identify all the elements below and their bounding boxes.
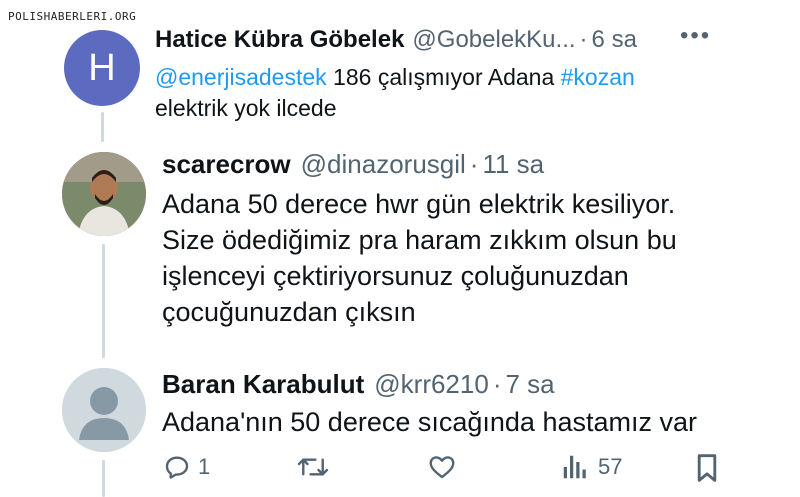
tweet-text: @enerjisadestek 186 çalışmıyor Adana #ko… [155,62,635,124]
views-button[interactable]: 57 [562,452,622,482]
bookmark-button[interactable] [694,452,720,484]
thread-line [102,460,105,497]
hashtag-link[interactable]: #kozan [561,64,635,90]
views-icon [563,455,586,479]
tweet-text-line: elektrik yok ilcede [155,95,337,121]
separator-dot: · [579,26,588,53]
timestamp[interactable]: 7 sa [506,369,555,400]
tweet-text: Adana 50 derece hwr gün elektrik kesiliy… [162,186,677,330]
tweet-text-line: çocuğunuzdan çıksın [162,297,416,327]
bookmark-icon [697,454,717,482]
timestamp[interactable]: 6 sa [592,26,637,54]
more-dots-icon[interactable]: ••• [680,22,711,50]
author-name[interactable]: Hatice Kübra Göbelek [155,26,404,54]
thread-line [101,112,104,142]
like-icon [429,456,455,479]
tweet-text-line: Size ödediğimiz pra haram zıkkım olsun b… [162,225,677,255]
retweet-icon [297,458,329,476]
reply-icon [165,456,189,479]
separator-dot: · [469,149,479,179]
views-count: 57 [598,454,623,479]
tweet-text-line: işlenceyi çektiriyorsunuz çoluğunuzdan [162,261,629,291]
avatar[interactable]: H [64,30,140,106]
tweet-header: Hatice Kübra Göbelek @GobelekKu... · 6 s… [155,26,637,54]
timestamp[interactable]: 11 sa [482,149,544,180]
like-button[interactable] [426,452,458,482]
watermark: POLISHABERLERI.ORG [8,10,137,23]
avatar[interactable] [62,152,146,236]
reply-button[interactable]: 1 [162,452,210,482]
author-name[interactable]: scarecrow [162,149,291,180]
separator-dot: · [492,369,502,399]
tweet-text-line: Adana 50 derece hwr gün elektrik kesiliy… [162,189,676,219]
author-handle[interactable]: @dinazorusgil [301,149,466,180]
author-handle[interactable]: @GobelekKu... [412,26,575,54]
tweet-header: scarecrow @dinazorusgil · 11 sa [162,149,544,180]
avatar[interactable] [62,368,146,452]
tweet-header: Baran Karabulut @krr6210 · 7 sa [162,369,555,400]
author-handle[interactable]: @krr6210 [374,369,489,400]
thread-line [102,244,105,358]
avatar-photo-icon [62,152,146,236]
retweet-button[interactable] [296,452,330,482]
mention-link[interactable]: @enerjisadestek [155,64,327,90]
action-bar: 1 57 [160,452,740,492]
default-avatar-icon [62,368,146,452]
avatar-letter: H [88,46,116,89]
tweet-text: Adana'nın 50 derece sıcağında hastamız v… [162,407,697,437]
reply-count: 1 [198,454,211,479]
tweet-text-mid: 186 çalışmıyor Adana [326,64,561,90]
author-name[interactable]: Baran Karabulut [162,369,364,400]
